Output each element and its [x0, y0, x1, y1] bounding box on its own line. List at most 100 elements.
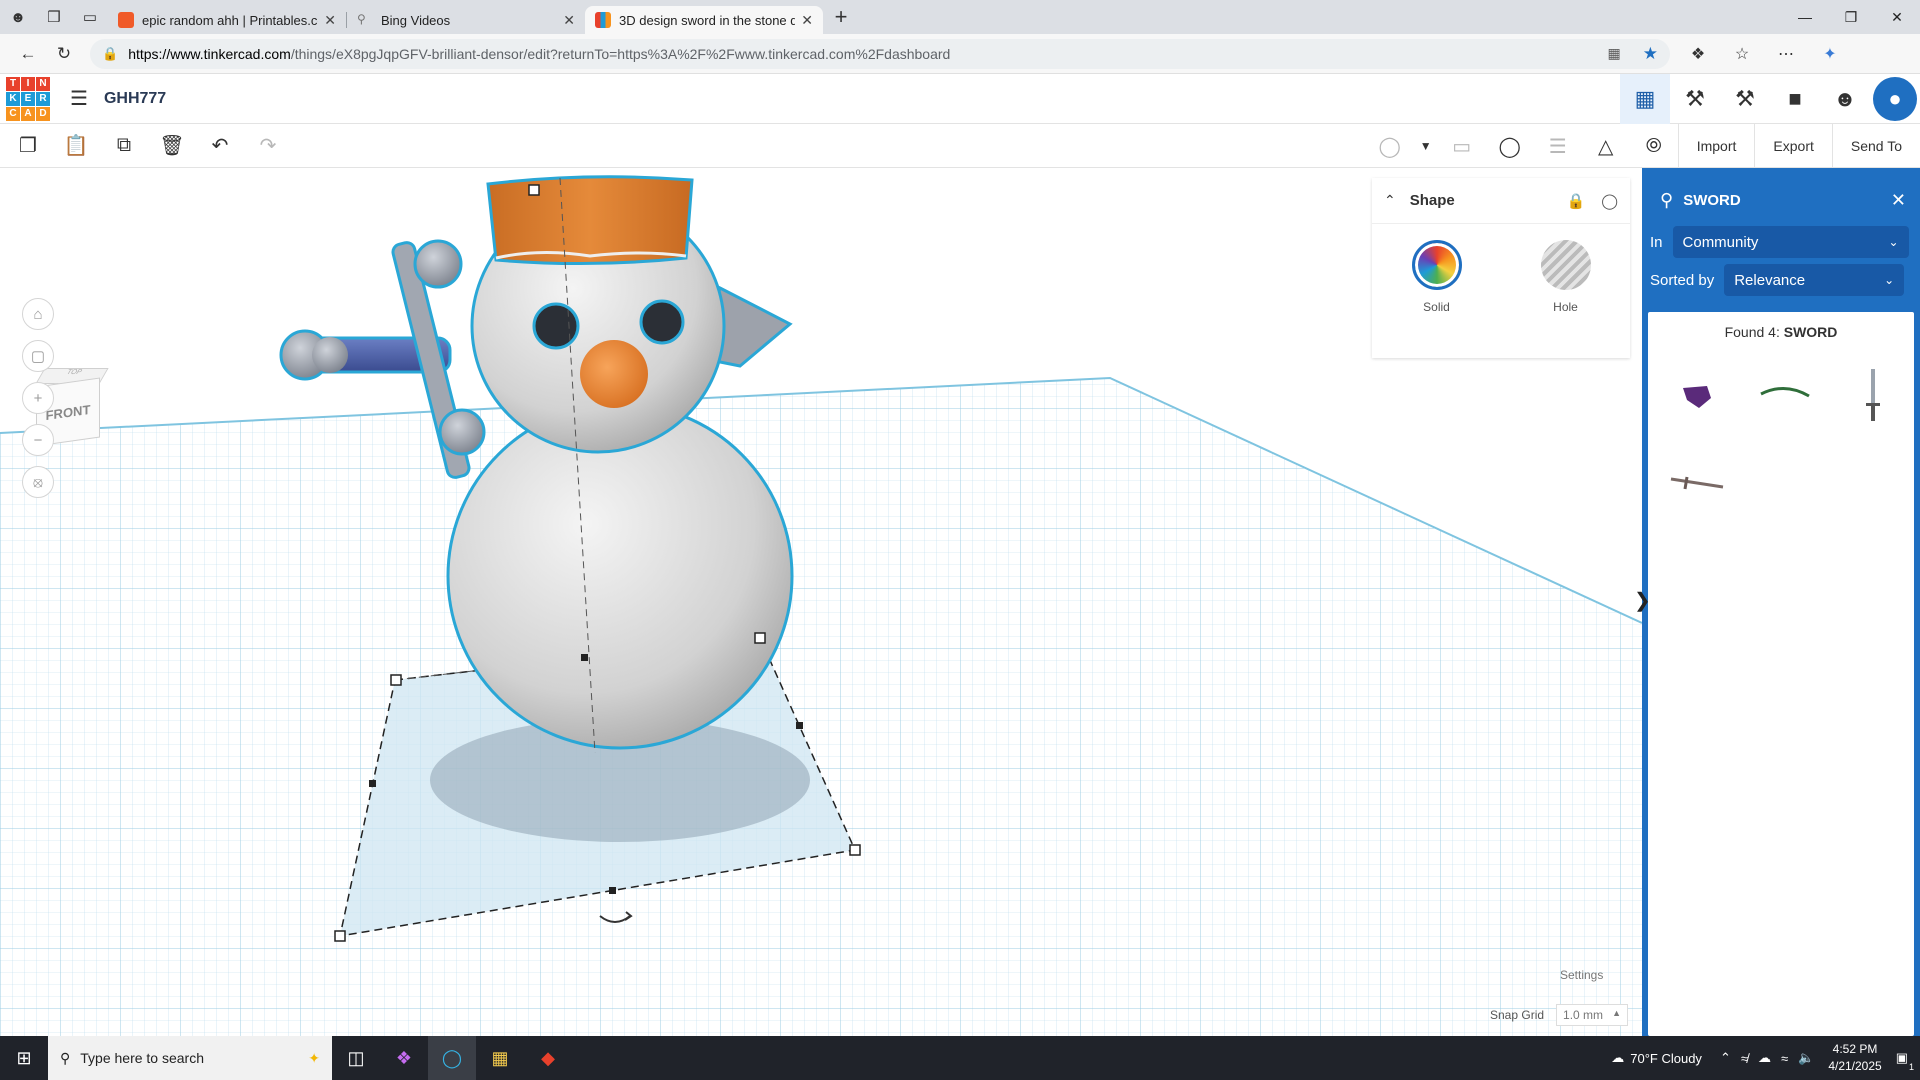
redo-icon[interactable]: ↷ — [244, 124, 292, 168]
mirror-icon[interactable]: △ — [1582, 124, 1630, 168]
lock-icon[interactable]: 🔒 — [1567, 192, 1586, 210]
tab-printables[interactable]: epic random ahh | Printables.com ✕ — [108, 6, 346, 34]
zoom-in-icon[interactable]: + — [22, 382, 54, 414]
solid-option[interactable]: Solid — [1387, 240, 1487, 314]
copy-icon[interactable]: ❐ — [4, 124, 52, 168]
hole-option[interactable]: Hole — [1516, 240, 1616, 314]
bricks-icon[interactable]: ■ — [1770, 74, 1820, 124]
profile-icon[interactable]: ☻ — [0, 0, 36, 34]
back-icon[interactable]: ← — [10, 38, 46, 70]
in-dropdown[interactable]: Community ⌄ — [1672, 226, 1909, 258]
duplicate-icon[interactable]: ⧉ — [100, 124, 148, 168]
tab-actions-icon[interactable]: ▭ — [72, 0, 108, 34]
result-item-1[interactable] — [1656, 354, 1738, 436]
refresh-icon[interactable]: ↻ — [46, 38, 82, 70]
file-explorer-icon[interactable]: ▦ — [476, 1036, 524, 1080]
task-view-icon[interactable]: ◫ — [332, 1036, 380, 1080]
fit-view-icon[interactable]: ▢ — [22, 340, 54, 372]
undo-icon[interactable]: ↶ — [196, 124, 244, 168]
clear-search-icon[interactable]: ✕ — [1891, 190, 1906, 211]
hole-swatch[interactable] — [1540, 240, 1591, 290]
more-menu-icon[interactable]: ⋯ — [1764, 44, 1808, 64]
import-button[interactable]: Import — [1677, 124, 1755, 168]
logo-letter: T — [6, 76, 20, 91]
onedrive-icon[interactable]: ☁ — [1758, 1050, 1771, 1066]
invite-user-icon[interactable]: ☻ — [1820, 74, 1870, 124]
blocks-icon[interactable]: ⚒ — [1720, 74, 1770, 124]
taskbar-search[interactable]: ⚲ Type here to search ✦ — [48, 1036, 332, 1080]
network-icon[interactable]: ≉ — [1741, 1051, 1748, 1066]
ungroup-icon[interactable]: ◯ — [1486, 124, 1534, 168]
address-bar-row: ← ↻ 🔒 https://www.tinkercad.com/things/e… — [0, 34, 1920, 74]
windows-start-icon[interactable]: ⊞ — [0, 1036, 48, 1080]
restore-icon[interactable]: ❐ — [1828, 0, 1874, 34]
collapse-panel-icon[interactable]: ❯ — [1634, 588, 1651, 613]
send-to-button[interactable]: Send To — [1831, 124, 1920, 168]
snap-grid-select[interactable]: 1.0 mm ▲ — [1556, 1004, 1629, 1026]
sim-lab-icon[interactable]: ⚒ — [1670, 74, 1720, 124]
collapse-chevron-icon[interactable]: ⌃ — [1384, 192, 1396, 209]
close-tab-icon[interactable]: ✕ — [324, 12, 336, 29]
close-tab-icon[interactable]: ✕ — [563, 12, 575, 29]
delete-icon[interactable]: 🗑 — [148, 124, 196, 168]
new-tab-button[interactable]: + — [823, 0, 859, 34]
found-count: Found 4: SWORD — [1648, 324, 1914, 340]
design-list-icon[interactable]: ☰ — [70, 86, 88, 111]
perspective-icon[interactable]: ⦻ — [22, 466, 54, 498]
3d-view-icon[interactable]: ▦ — [1620, 74, 1670, 124]
chevron-down-icon[interactable]: ▼ — [1414, 124, 1438, 168]
clock[interactable]: 4:52 PM 4/21/2025 — [1828, 1041, 1881, 1075]
taskbar-search-placeholder: Type here to search — [80, 1050, 205, 1066]
extensions-icon[interactable]: ❖ — [1676, 44, 1720, 64]
weather-text[interactable]: 70°F Cloudy — [1630, 1051, 1702, 1066]
search-favicon: ⚲ — [357, 12, 366, 26]
site-info-icon[interactable]: 🔒 — [102, 46, 118, 62]
copilot-icon[interactable]: ✦ — [1808, 44, 1852, 64]
minimize-icon[interactable]: — — [1782, 0, 1828, 34]
edge-icon[interactable]: ◯ — [428, 1036, 476, 1080]
wifi-icon[interactable]: ≈ — [1781, 1051, 1788, 1066]
tab-title: Bing Videos — [381, 12, 451, 28]
library-search[interactable]: ⚲ SWORD ✕ — [1650, 180, 1912, 220]
chevron-down-icon: ⌄ — [1888, 235, 1899, 249]
window-controls: — ❐ ✕ — [1782, 0, 1920, 34]
sort-dropdown[interactable]: Relevance ⌄ — [1724, 264, 1905, 296]
app-pinned-icon[interactable]: ◆ — [524, 1036, 572, 1080]
close-window-icon[interactable]: ✕ — [1874, 0, 1920, 34]
project-name[interactable]: GHH777 — [104, 90, 166, 108]
avatar[interactable]: ● — [1873, 77, 1917, 121]
copilot-app-icon[interactable]: ❖ — [380, 1036, 428, 1080]
workspaces-icon[interactable]: ❒ — [36, 0, 72, 34]
settings-link[interactable]: Settings — [1560, 968, 1603, 982]
favorites-icon[interactable]: ☆ — [1720, 44, 1764, 64]
result-item-2[interactable] — [1744, 354, 1826, 436]
chevron-up-icon[interactable]: ⌃ — [1720, 1050, 1731, 1066]
result-item-3[interactable] — [1832, 354, 1914, 436]
light-bulb-icon[interactable]: ◯ — [1601, 192, 1618, 210]
windows-taskbar: ⊞ ⚲ Type here to search ✦ ◫ ❖ ◯ ▦ ◆ ☁ 70… — [0, 1036, 1920, 1080]
cruise-icon[interactable]: ⦾ — [1630, 124, 1678, 168]
search-highlight-icon: ✦ — [308, 1049, 320, 1066]
url-field[interactable]: 🔒 https://www.tinkercad.com/things/eX8pg… — [90, 38, 1670, 69]
app-available-icon[interactable]: ▦ — [1608, 45, 1621, 62]
export-button[interactable]: Export — [1754, 124, 1831, 168]
volume-icon[interactable]: 🔈 — [1798, 1050, 1814, 1066]
close-tab-icon[interactable]: ✕ — [801, 12, 813, 29]
home-view-icon[interactable]: ⌂ — [22, 298, 54, 330]
tab-tinkercad[interactable]: 3D design sword in the stone dic ✕ — [585, 6, 823, 34]
group-icon[interactable]: ▭ — [1438, 124, 1486, 168]
light-bulb-icon[interactable]: ◯ — [1366, 124, 1414, 168]
tinkercad-logo[interactable]: T I N K E R C A D — [6, 76, 50, 121]
search-query[interactable]: SWORD — [1683, 192, 1891, 209]
paste-icon[interactable]: 📋 — [52, 124, 100, 168]
notifications-icon[interactable]: ▣ 1 — [1896, 1050, 1914, 1072]
result-item-4[interactable] — [1656, 442, 1738, 524]
weather-icon[interactable]: ☁ — [1611, 1050, 1624, 1066]
zoom-out-icon[interactable]: − — [22, 424, 54, 456]
favorite-star-icon[interactable]: ★ — [1643, 44, 1658, 64]
logo-letter: D — [36, 106, 50, 121]
align-icon[interactable]: ☰ — [1534, 124, 1582, 168]
clock-date: 4/21/2025 — [1828, 1059, 1882, 1073]
solid-swatch[interactable] — [1411, 240, 1462, 290]
tab-bing-videos[interactable]: ⚲ Bing Videos ✕ — [347, 6, 585, 34]
